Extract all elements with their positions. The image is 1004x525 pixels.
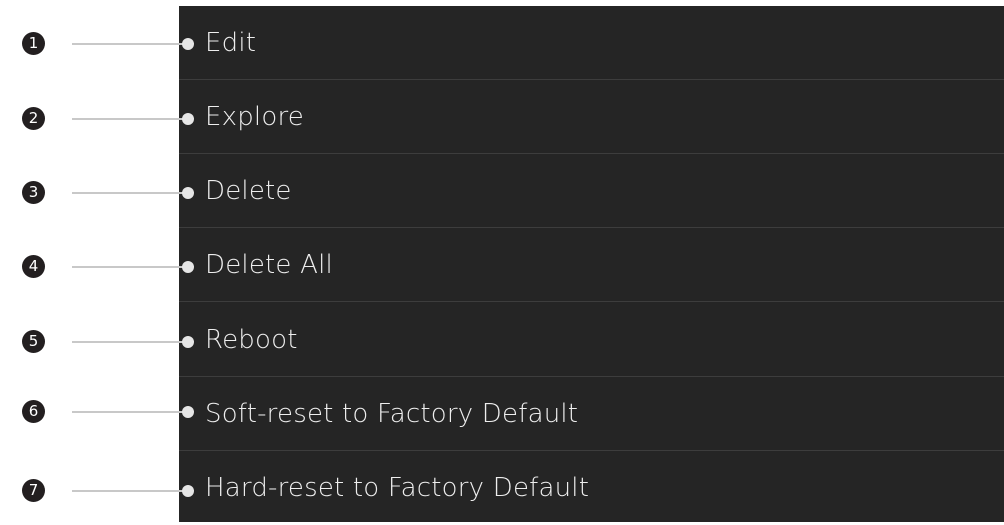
leader-line <box>72 118 188 120</box>
callout-number-badge: 6 <box>22 400 45 423</box>
callout-number-badge: 7 <box>22 479 45 502</box>
callout-7: 7 <box>0 477 210 507</box>
leader-dot <box>182 336 194 348</box>
callout-number-badge: 1 <box>22 32 45 55</box>
callout-number-badge: 3 <box>22 181 45 204</box>
menu-item-soft-reset[interactable]: Soft-reset to Factory Default <box>179 377 1004 451</box>
leader-line <box>72 411 188 413</box>
callout-1: 1 <box>0 30 210 60</box>
menu-item-label: Edit <box>205 27 257 58</box>
callout-6: 6 <box>0 398 210 428</box>
menu-item-edit[interactable]: Edit <box>179 6 1004 80</box>
callout-number-badge: 4 <box>22 255 45 278</box>
menu-item-explore[interactable]: Explore <box>179 80 1004 154</box>
callout-number-badge: 5 <box>22 330 45 353</box>
menu-item-label: Reboot <box>205 324 298 355</box>
leader-dot <box>182 406 194 418</box>
context-menu: Edit Explore Delete Delete All Reboot So… <box>179 6 1004 522</box>
menu-item-label: Explore <box>205 101 304 132</box>
menu-item-reboot[interactable]: Reboot <box>179 303 1004 377</box>
leader-line <box>72 266 188 268</box>
leader-line <box>72 192 188 194</box>
leader-line <box>72 43 188 45</box>
menu-item-label: Hard-reset to Factory Default <box>205 473 590 503</box>
menu-item-label: Soft-reset to Factory Default <box>205 398 579 429</box>
leader-dot <box>182 261 194 273</box>
menu-item-label: Delete <box>205 175 292 206</box>
menu-item-hard-reset[interactable]: Hard-reset to Factory Default <box>179 451 1004 525</box>
callout-5: 5 <box>0 328 210 358</box>
callout-3: 3 <box>0 179 210 209</box>
menu-item-delete-all[interactable]: Delete All <box>179 228 1004 302</box>
leader-dot <box>182 485 194 497</box>
callout-2: 2 <box>0 105 210 135</box>
leader-line <box>72 341 188 343</box>
leader-dot <box>182 38 194 50</box>
menu-item-delete[interactable]: Delete <box>179 154 1004 228</box>
menu-item-label: Delete All <box>205 249 333 280</box>
callout-4: 4 <box>0 253 210 283</box>
leader-line <box>72 490 188 492</box>
leader-dot <box>182 187 194 199</box>
leader-dot <box>182 113 194 125</box>
callout-number-badge: 2 <box>22 107 45 130</box>
